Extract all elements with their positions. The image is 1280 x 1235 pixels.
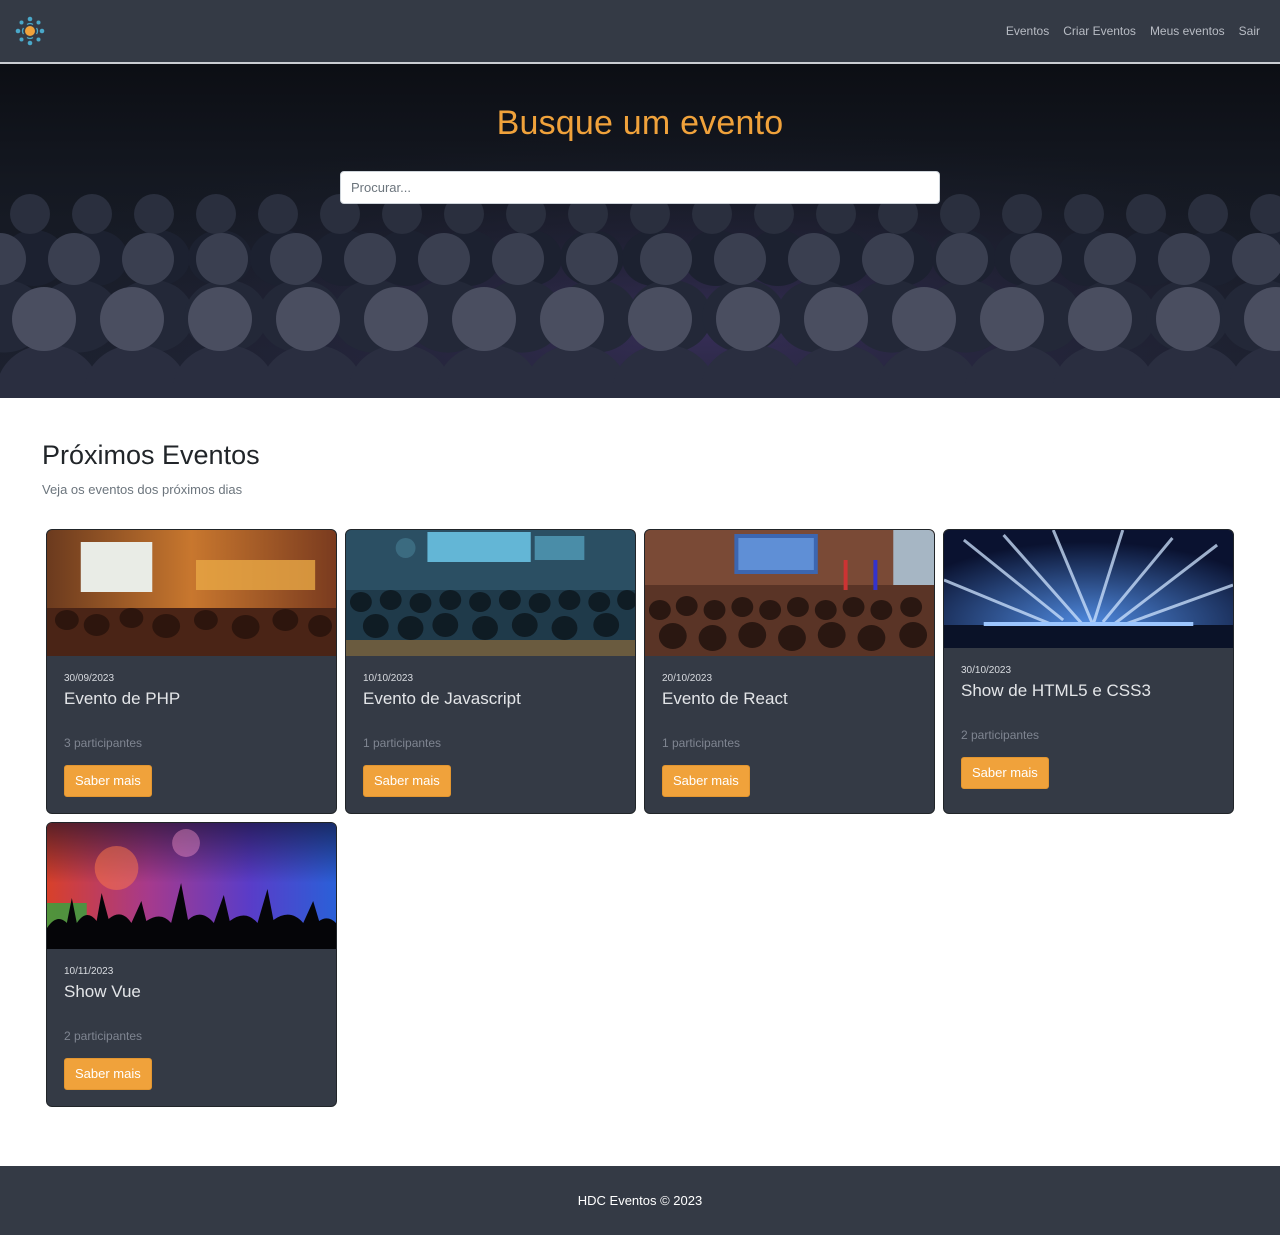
event-card-javascript[interactable]: 10/10/2023 Evento de Javascript 1 partic… (345, 529, 636, 814)
audience-head (1126, 194, 1166, 234)
saber-mais-button[interactable]: Saber mais (64, 1058, 152, 1090)
card-date: 10/10/2023 (363, 673, 414, 684)
saber-mais-button[interactable]: Saber mais (961, 757, 1049, 789)
auditorium-stage-photo (645, 530, 934, 656)
card-title[interactable]: Evento de Javascript (363, 688, 618, 710)
saber-mais-button[interactable]: Saber mais (363, 765, 451, 797)
card-date: 20/10/2023 (662, 673, 713, 684)
audience-head (940, 194, 980, 234)
crowd-silhouette-photo (47, 823, 336, 949)
card-date: 10/11/2023 (64, 966, 114, 977)
audience-head (892, 287, 956, 351)
card-participants: 1 participantes (363, 736, 442, 750)
audience-head (862, 233, 914, 285)
audience-head (492, 233, 544, 285)
audience-head (1084, 233, 1136, 285)
footer: HDC Eventos © 2023 (0, 1166, 1280, 1235)
audience-head (196, 233, 248, 285)
audience-head (566, 233, 618, 285)
saber-mais-button[interactable]: Saber mais (662, 765, 750, 797)
audience-head (716, 287, 780, 351)
card-date: 30/10/2023 (961, 665, 1012, 676)
audience-head (364, 287, 428, 351)
event-card-html5-css3[interactable]: 30/10/2023 Show de HTML5 e CSS3 2 partic… (943, 529, 1234, 814)
card-title[interactable]: Show de HTML5 e CSS3 (961, 680, 1216, 702)
audience-head (936, 233, 988, 285)
nav-link-sair[interactable]: Sair (1239, 24, 1260, 38)
audience-head (188, 287, 252, 351)
event-card-vue[interactable]: 10/11/2023 Show Vue 2 participantes Sabe… (46, 822, 337, 1107)
audience-head (1068, 287, 1132, 351)
audience-head (196, 194, 236, 234)
card-date: 30/09/2023 (64, 673, 115, 684)
event-card-react[interactable]: 20/10/2023 Evento de React 1 participant… (644, 529, 935, 814)
audience-head (540, 287, 604, 351)
footer-text: HDC Eventos © 2023 (577, 1193, 703, 1208)
card-title[interactable]: Evento de React (662, 688, 917, 710)
audience-head (276, 287, 340, 351)
audience-head (980, 287, 1044, 351)
card-participants: 3 participantes (64, 736, 143, 750)
audience-head (100, 287, 164, 351)
audience-head (134, 194, 174, 234)
audience-head (122, 233, 174, 285)
audience-head (1002, 194, 1042, 234)
audience-head (804, 287, 868, 351)
audience-head (270, 233, 322, 285)
search-input[interactable] (340, 171, 940, 204)
navbar: Eventos Criar Eventos Meus eventos Sair (0, 0, 1280, 64)
audience-head (10, 194, 50, 234)
people-network-logo-icon[interactable] (14, 15, 46, 47)
nav-link-eventos[interactable]: Eventos (1006, 24, 1049, 38)
audience-head (1064, 194, 1104, 234)
audience-head (12, 287, 76, 351)
card-participants: 2 participantes (961, 728, 1040, 742)
audience-screens-photo (346, 530, 635, 656)
audience-head (258, 194, 298, 234)
card-participants: 1 participantes (662, 736, 741, 750)
card-participants: 2 participantes (64, 1029, 143, 1043)
audience-head (72, 194, 112, 234)
audience-head (640, 233, 692, 285)
card-title[interactable]: Evento de PHP (64, 688, 319, 710)
audience-head (1188, 194, 1228, 234)
card-title[interactable]: Show Vue (64, 981, 319, 1003)
conference-hall-photo (47, 530, 336, 656)
audience-head (1156, 287, 1220, 351)
event-card-php[interactable]: 30/09/2023 Evento de PHP 3 participantes… (46, 529, 337, 814)
audience-head (628, 287, 692, 351)
nav-links: Eventos Criar Eventos Meus eventos Sair (1006, 24, 1260, 38)
audience-head (418, 233, 470, 285)
section-title: Próximos Eventos (42, 440, 260, 470)
audience-head (788, 233, 840, 285)
audience-head (714, 233, 766, 285)
nav-link-meus-eventos[interactable]: Meus eventos (1150, 24, 1225, 38)
audience-head (344, 233, 396, 285)
nav-link-criar-eventos[interactable]: Criar Eventos (1063, 24, 1136, 38)
audience-head (48, 233, 100, 285)
hero-banner: Busque um evento (0, 64, 1280, 398)
audience-head (1158, 233, 1210, 285)
saber-mais-button[interactable]: Saber mais (64, 765, 152, 797)
hero-title: Busque um evento (496, 104, 784, 142)
concert-stage-lights-photo (944, 530, 1233, 648)
section-subtitle: Veja os eventos dos próximos dias (42, 482, 243, 497)
audience-head (452, 287, 516, 351)
audience-head (1010, 233, 1062, 285)
